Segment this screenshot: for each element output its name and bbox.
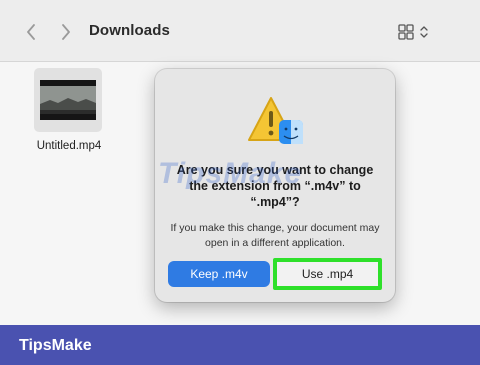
footer-bar: TipsMake <box>0 325 480 365</box>
dialog-message: If you make this change, your document m… <box>170 222 380 249</box>
back-button[interactable] <box>22 21 40 43</box>
brand-label: TipsMake <box>19 337 92 354</box>
folder-title: Downloads <box>89 22 170 39</box>
warning-finder-icon <box>247 95 307 151</box>
use-mp4-button[interactable]: Use .mp4 <box>273 258 382 290</box>
keep-m4v-button[interactable]: Keep .m4v <box>168 261 270 287</box>
view-options-button[interactable] <box>398 21 436 43</box>
chevron-left-icon <box>27 24 35 40</box>
chevron-updown-icon <box>420 26 428 38</box>
finder-window: Downloads Untitled.mp4 Are you sure you … <box>0 0 480 325</box>
toolbar: Downloads <box>0 0 480 62</box>
file-name: Untitled.mp4 <box>36 140 102 152</box>
chevron-right-icon <box>62 24 70 40</box>
video-thumbnail <box>40 80 96 120</box>
watermark: TipsMake <box>158 157 303 190</box>
forward-button[interactable] <box>57 21 75 43</box>
grid-view-icon <box>398 24 414 40</box>
